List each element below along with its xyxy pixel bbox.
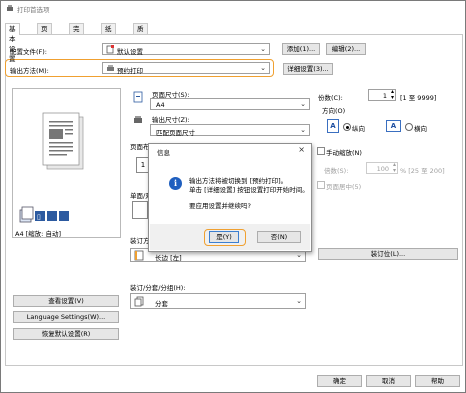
- profile-select[interactable]: 默认设置 ⌄: [102, 43, 270, 56]
- center-print-label: 页面居中(5): [326, 183, 362, 191]
- chevron-down-icon: ⌄: [260, 64, 266, 72]
- tab-basic-settings[interactable]: 基本设置: [5, 23, 20, 63]
- no-button[interactable]: 否(N): [257, 231, 301, 243]
- language-settings-button[interactable]: Language Settings(W)...: [13, 311, 119, 323]
- landscape-radio[interactable]: [405, 123, 413, 131]
- scale-range: % [25 至 200]: [400, 167, 445, 175]
- svg-text:▯: ▯: [37, 214, 41, 221]
- edit-profile-button[interactable]: 编辑(2)...: [326, 43, 366, 55]
- portrait-radio[interactable]: [343, 123, 351, 131]
- dialog-message-line3: 要应用设置并继续吗?: [189, 202, 251, 210]
- close-icon[interactable]: ×: [298, 145, 305, 154]
- binding-value: 长边 [左]: [155, 254, 182, 262]
- chevron-down-icon: ⌄: [296, 251, 302, 259]
- preview-caption: A4 [缩放: 自动]: [15, 230, 61, 238]
- copies-range: [1 至 9999]: [400, 94, 437, 102]
- tab-finishing[interactable]: 完成方式: [69, 23, 84, 63]
- output-method-value: 预约打印: [117, 67, 143, 75]
- page-size-select[interactable]: A4 ⌄: [150, 98, 310, 110]
- print-settings-icons: ▯: [19, 206, 69, 223]
- copies-label: 份数(C):: [318, 94, 343, 102]
- portrait-label: 纵向: [352, 125, 365, 133]
- portrait-icon: A: [327, 119, 339, 133]
- landscape-label: 横向: [414, 125, 427, 133]
- orientation-label: 方向(O): [322, 107, 346, 115]
- restore-defaults-button[interactable]: 恢复默认设置(R): [13, 328, 119, 340]
- finishing-value: 分套: [155, 300, 168, 308]
- tab-page-setup[interactable]: 页面设置: [37, 23, 52, 63]
- finishing-select[interactable]: 分套 ⌄: [130, 293, 306, 309]
- spin-arrows-icon[interactable]: ▴ ▾: [393, 162, 396, 174]
- window-title: 打印首选项: [17, 6, 50, 14]
- chevron-down-icon: ⌄: [296, 297, 302, 305]
- info-icon: i: [169, 177, 182, 190]
- info-dialog: 信息 × i 输出方法将被切换到 [预约打印]。 单击 [详细设置] 按钮设置打…: [148, 143, 312, 252]
- output-method-select[interactable]: 预约打印 ⌄: [102, 62, 270, 75]
- yes-button[interactable]: 是(Y): [209, 231, 239, 243]
- printer-icon: [7, 5, 13, 11]
- center-print-checkbox[interactable]: [317, 181, 325, 189]
- scale-input[interactable]: 100 ▴ ▾: [366, 162, 398, 174]
- page-size-value: A4: [156, 101, 165, 109]
- title-bar: 打印首选项: [1, 1, 465, 15]
- scale-value: 100: [376, 165, 389, 173]
- binding-location-button[interactable]: 装订位(L)...: [318, 248, 458, 260]
- profile-value: 默认设置: [117, 48, 143, 56]
- view-settings-button[interactable]: 查看设置(V): [13, 295, 119, 307]
- help-button[interactable]: 帮助: [415, 375, 460, 387]
- spin-arrows-icon[interactable]: ▴ ▾: [391, 89, 394, 101]
- finishing-label: 装订/分套/分组(H):: [130, 284, 186, 292]
- chevron-down-icon: ⌄: [300, 126, 306, 134]
- detail-settings-button[interactable]: 详细设置(3)...: [283, 63, 333, 75]
- profile-icon: [106, 45, 114, 54]
- printer-icon: [134, 116, 142, 123]
- scale-label: 倍数(S):: [324, 167, 349, 175]
- output-method-label: 输出方法(M):: [10, 67, 49, 75]
- output-size-select[interactable]: 匹配页面尺寸 ⌄: [150, 124, 310, 137]
- chevron-down-icon: ⌄: [260, 45, 266, 53]
- page-preview: ▯ A4 [缩放: 自动]: [12, 88, 121, 238]
- copies-value: 1: [382, 92, 387, 100]
- printer-icon: [107, 65, 114, 71]
- tab-paper-source[interactable]: 纸张来源: [101, 23, 116, 63]
- collate-icon: [134, 296, 144, 307]
- chevron-down-icon: ⌄: [300, 100, 306, 108]
- copies-input[interactable]: 1 ▴ ▾: [368, 89, 396, 101]
- output-size-label: 输出尺寸(Z):: [152, 116, 190, 124]
- manual-scale-label: 手动缩放(N): [326, 149, 362, 157]
- ok-button[interactable]: 确定: [317, 375, 362, 387]
- dialog-message-line2: 单击 [详细设置] 按钮设置打印开始时间。: [189, 186, 309, 194]
- page-size-icon: [133, 91, 143, 103]
- output-size-value: 匹配页面尺寸: [156, 129, 195, 137]
- cancel-button[interactable]: 取消: [366, 375, 411, 387]
- dialog-title: 信息: [157, 149, 170, 157]
- binding-icon: [134, 250, 144, 261]
- document-preview-icon: [42, 112, 84, 170]
- landscape-icon: A: [386, 120, 401, 132]
- tab-quality[interactable]: 质量: [133, 23, 148, 43]
- add-profile-button[interactable]: 添加(1)...: [282, 43, 320, 55]
- duplex-icon[interactable]: [132, 201, 148, 219]
- manual-scale-checkbox[interactable]: [317, 147, 325, 155]
